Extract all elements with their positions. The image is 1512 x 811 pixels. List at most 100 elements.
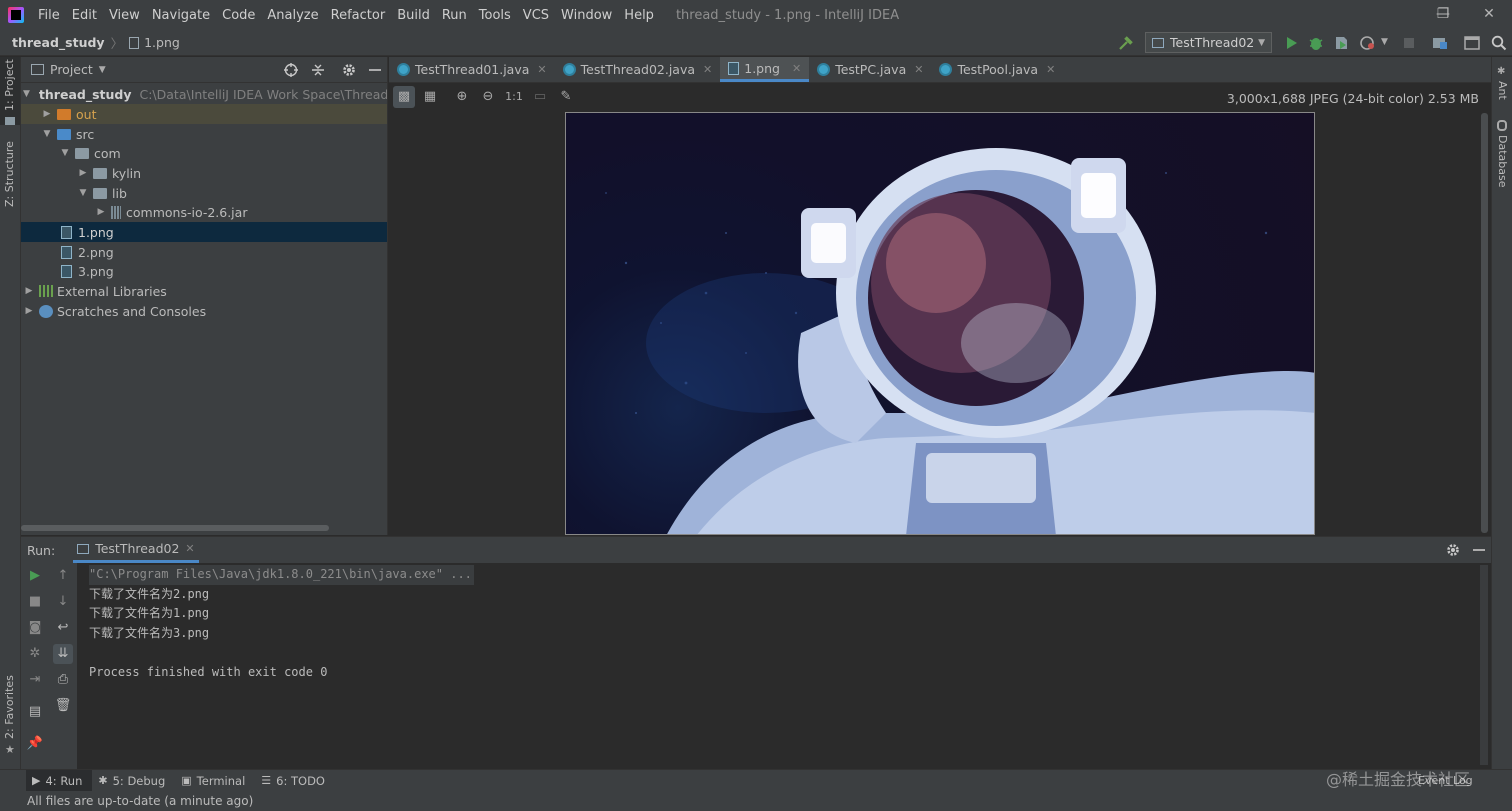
tree-item-scratches[interactable]: ▶ Scratches and Consoles [21,301,387,321]
grid-icon[interactable]: ▦ [419,86,441,108]
color-picker-icon[interactable]: ✎ [555,86,577,108]
vertical-scrollbar[interactable] [1481,113,1488,533]
hide-panel-icon[interactable] [367,62,383,78]
layout-icon[interactable] [1463,34,1481,52]
pin-icon[interactable]: 📌 [25,734,45,754]
horizontal-scrollbar[interactable] [21,525,329,531]
settings-icon[interactable]: ✲ [25,644,45,664]
project-tool-tab[interactable]: 1: Project [3,59,16,111]
actual-size-button[interactable]: 1:1 [503,86,525,108]
fit-zoom-icon[interactable]: ▭ [529,86,551,108]
run-tab-testthread02[interactable]: TestThread02 ✕ [73,537,199,563]
tree-item-external-libraries[interactable]: ▶ External Libraries [21,281,387,301]
tree-item-out[interactable]: ▶ out [21,104,387,124]
menu-navigate[interactable]: Navigate [146,8,216,23]
run-icon[interactable] [1282,34,1300,52]
scroll-to-end-icon[interactable]: ⇊ [53,644,73,664]
tree-item-1-png[interactable]: 1.png [21,222,387,242]
minimize-button-2[interactable] [1373,0,1419,30]
database-tool-tab[interactable]: Database [1496,135,1509,188]
menu-code[interactable]: Code [216,8,261,23]
profile-dropdown-icon[interactable]: ▼ [1381,37,1388,47]
chevron-down-icon[interactable]: ▼ [99,65,106,75]
run-configuration-select[interactable]: TestThread02 ▼ [1145,32,1272,53]
locate-target-icon[interactable] [283,62,299,78]
build-hammer-icon[interactable] [1117,34,1135,52]
expand-arrow-icon[interactable]: ▶ [23,306,35,316]
ant-tool-tab[interactable]: Ant [1496,81,1509,100]
expand-arrow-icon[interactable]: ▼ [77,188,89,198]
close-tab-icon[interactable]: ✕ [703,63,712,76]
close-tab-icon[interactable]: ✕ [185,542,194,555]
menu-analyze[interactable]: Analyze [261,8,324,23]
hide-panel-icon[interactable] [1471,542,1487,558]
favorites-tool-tab[interactable]: 2: Favorites [3,675,16,739]
rerun-icon[interactable]: ▶ [25,566,45,586]
tree-item-commons-io-jar[interactable]: ▶ commons-io-2.6.jar [21,202,387,222]
profile-icon[interactable] [1359,34,1377,52]
menu-vcs[interactable]: VCS [517,8,555,23]
soft-wrap-icon[interactable]: ↩ [53,618,73,638]
project-panel-title[interactable]: Project [50,62,93,77]
expand-arrow-icon[interactable]: ▼ [59,148,71,158]
debug-bug-icon[interactable] [1307,34,1325,52]
breadcrumb-file[interactable]: 1.png [144,35,180,50]
tab-1-png[interactable]: 1.png ✕ [720,57,810,82]
tree-item-lib[interactable]: ▼ lib [21,183,387,203]
tree-item-src[interactable]: ▼ src [21,124,387,144]
tool-tab-debug[interactable]: ✱ 5: Debug [92,770,175,792]
tool-tab-terminal[interactable]: ▣ Terminal [175,770,255,792]
menu-file[interactable]: File [32,8,66,23]
menu-view[interactable]: View [103,8,146,23]
trash-icon[interactable]: 🗑 [53,696,73,716]
expand-arrow-icon[interactable]: ▶ [77,168,89,178]
close-tab-icon[interactable]: ✕ [1046,63,1055,76]
coverage-icon[interactable] [1332,34,1350,52]
restore-button[interactable]: ❐ [1420,0,1466,30]
tab-testpool[interactable]: TestPool.java ✕ [931,57,1063,82]
zoom-in-icon[interactable]: ⊕ [451,86,473,108]
zoom-out-icon[interactable]: ⊖ [477,86,499,108]
search-icon[interactable] [1490,34,1508,52]
tree-item-kylin[interactable]: ▶ kylin [21,163,387,183]
tree-item-2-png[interactable]: 2.png [21,242,387,262]
tab-testpc[interactable]: TestPC.java ✕ [809,57,931,82]
menu-window[interactable]: Window [555,8,618,23]
tree-item-com[interactable]: ▼ com [21,143,387,163]
up-arrow-icon[interactable]: ↑ [53,566,73,586]
menu-run[interactable]: Run [436,8,473,23]
tab-testthread02[interactable]: TestThread02.java ✕ [555,57,721,82]
menu-build[interactable]: Build [391,8,436,23]
camera-icon[interactable]: ◙ [25,618,45,638]
print-icon[interactable]: ⎙ [53,670,73,690]
stop-icon[interactable] [1400,34,1418,52]
gear-icon[interactable] [341,62,357,78]
menu-refactor[interactable]: Refactor [325,8,392,23]
expand-arrow-icon[interactable]: ▼ [41,129,53,139]
console-scrollbar[interactable] [1480,565,1488,765]
console-output[interactable]: "C:\Program Files\Java\jdk1.8.0_221\bin\… [89,565,474,682]
menu-tools[interactable]: Tools [473,8,517,23]
exit-icon[interactable]: ⇥ [25,670,45,690]
tab-testthread01[interactable]: TestThread01.java ✕ [389,57,555,82]
expand-arrow-icon[interactable]: ▶ [23,286,35,296]
background-toggle-icon[interactable]: ▩ [393,86,415,108]
tool-tab-todo[interactable]: ☰ 6: TODO [255,770,335,792]
expand-arrow-icon[interactable]: ▼ [23,89,30,99]
close-tab-icon[interactable]: ✕ [537,63,546,76]
project-structure-icon[interactable] [1431,34,1449,52]
collapse-all-icon[interactable] [310,62,326,78]
close-tab-icon[interactable]: ✕ [792,62,801,75]
down-arrow-icon[interactable]: ↓ [53,592,73,612]
expand-arrow-icon[interactable]: ▶ [95,207,107,217]
expand-arrow-icon[interactable]: ▶ [41,109,53,119]
close-tab-icon[interactable]: ✕ [914,63,923,76]
structure-tool-tab[interactable]: Z: Structure [3,141,16,207]
layout-icon[interactable]: ▤ [25,702,45,722]
gear-icon[interactable] [1445,542,1461,558]
tree-item-3-png[interactable]: 3.png [21,261,387,281]
breadcrumb-project[interactable]: thread_study [0,35,105,50]
stop-icon[interactable]: ■ [25,592,45,612]
menu-help[interactable]: Help [618,8,660,23]
tree-item-thread-study[interactable]: ▼ thread_study C:\Data\IntelliJ IDEA Wor… [21,84,387,104]
